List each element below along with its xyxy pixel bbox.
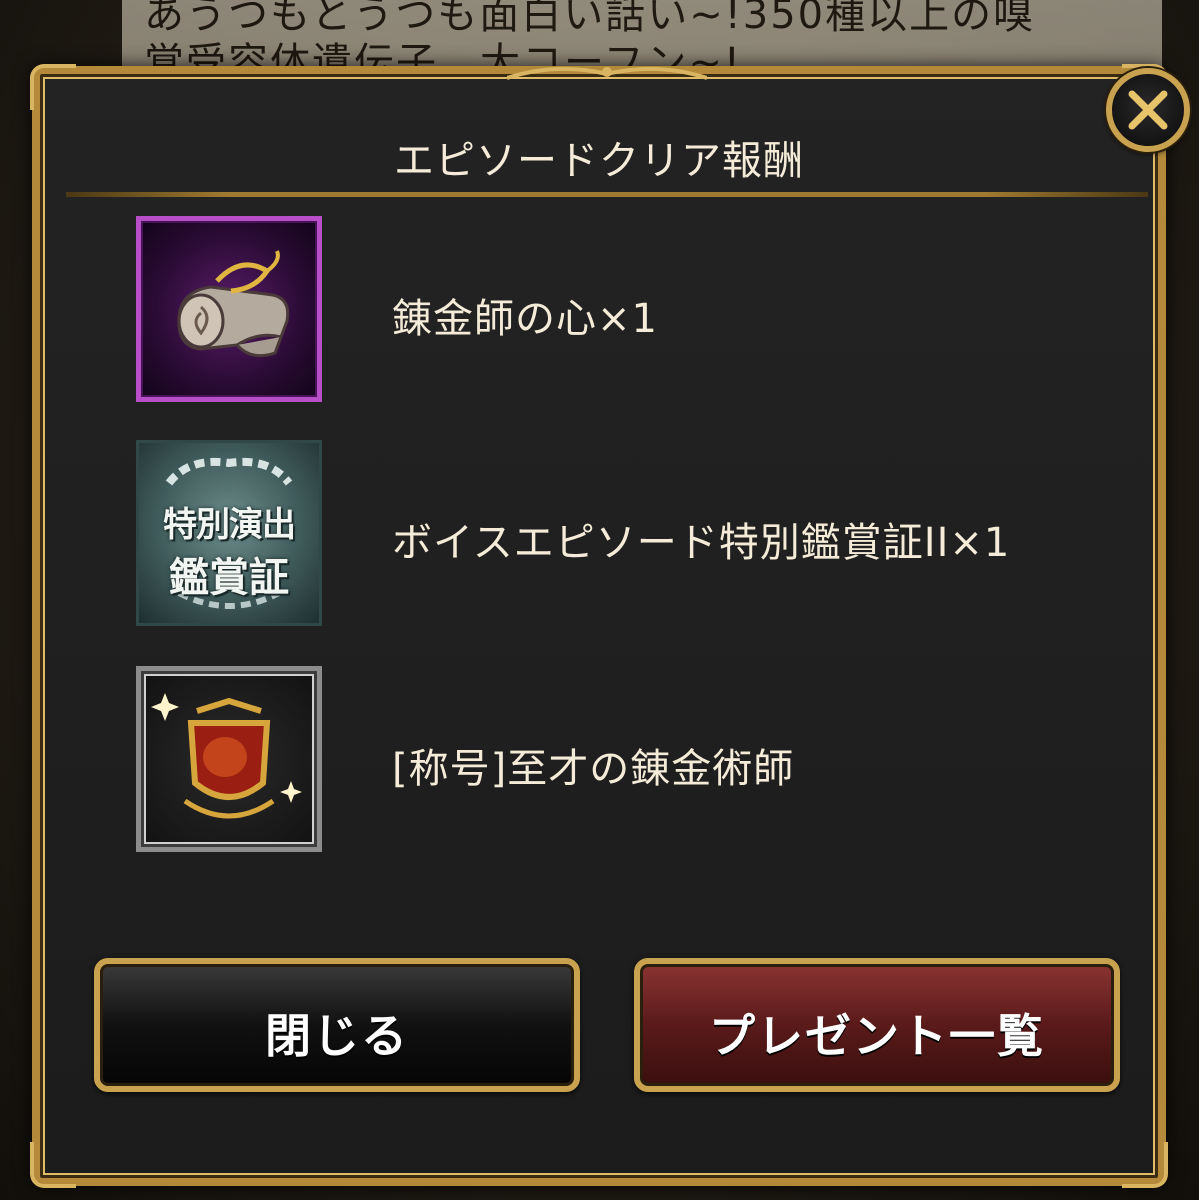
reward-label: 錬金師の心×1 — [392, 296, 658, 342]
reward-label: [称号]至才の錬金術師 — [392, 746, 795, 792]
reward-item: [称号]至才の錬金術師 — [136, 666, 1156, 856]
close-x-button[interactable] — [1106, 68, 1190, 152]
reward-label: ボイスエピソード特別鑑賞証II×1 — [392, 520, 1011, 566]
reward-item: 特別演出 鑑賞証 ボイスエピソード特別鑑賞証II×1 — [136, 440, 1156, 630]
title-divider — [66, 192, 1148, 197]
close-button-label: 閉じる — [265, 1009, 409, 1063]
badge-text-line-1: 特別演出 — [163, 505, 296, 545]
reward-item: 錬金師の心×1 — [136, 216, 1156, 406]
game-screen: あうつもとうつも面白い話い~!350種以上の嗅 覚受容体遺伝子、大コーフン~! … — [0, 0, 1199, 1200]
dialog-title: エピソードクリア報酬 — [394, 138, 804, 184]
frame-corner-ornament — [30, 1142, 76, 1188]
frame-corner-ornament — [30, 64, 76, 110]
crest-shield-icon — [136, 666, 322, 852]
close-button[interactable]: 閉じる — [94, 958, 580, 1092]
badge-text-line-2: 鑑賞証 — [169, 554, 289, 601]
present-list-button[interactable]: プレゼント一覧 — [634, 958, 1120, 1092]
special-viewing-pass-icon: 特別演出 鑑賞証 — [136, 440, 322, 626]
frame-corner-ornament — [1122, 1142, 1168, 1188]
scroll-icon — [136, 216, 322, 402]
frame-top-ornament — [507, 66, 707, 80]
present-list-button-label: プレゼント一覧 — [709, 1009, 1045, 1063]
close-icon — [1128, 90, 1168, 130]
reward-dialog: エピソードクリア報酬 錬金師の心×1 特別演出 鑑賞証 ボイスエピソード特別鑑賞… — [30, 64, 1168, 1188]
